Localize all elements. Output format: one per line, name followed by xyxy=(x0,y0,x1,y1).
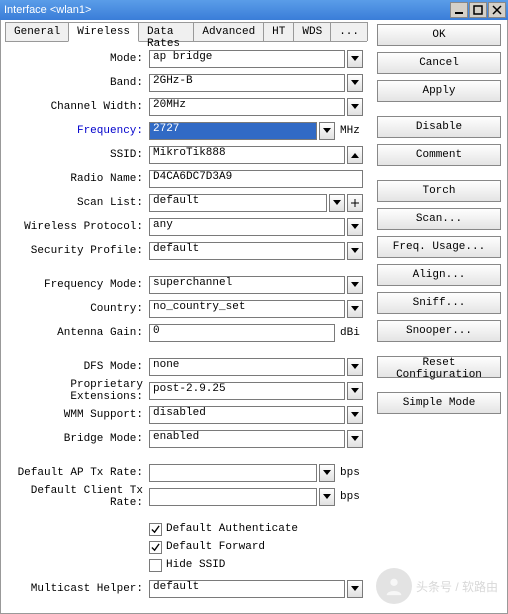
country-label: Country: xyxy=(9,303,149,315)
tab-bar: General Wireless Data Rates Advanced HT … xyxy=(5,22,367,42)
bridge-mode-dropdown[interactable] xyxy=(347,430,363,448)
wmm-support-label: WMM Support: xyxy=(9,409,149,421)
antenna-gain-label: Antenna Gain: xyxy=(9,327,149,339)
frequency-mode-label: Frequency Mode: xyxy=(9,279,149,291)
multicast-helper-field[interactable]: default xyxy=(149,580,345,598)
dfs-mode-field[interactable]: none xyxy=(149,358,345,376)
hide-ssid-checkbox[interactable] xyxy=(149,559,162,572)
default-client-tx-field[interactable] xyxy=(149,488,317,506)
disable-button[interactable]: Disable xyxy=(377,116,501,138)
wmm-support-field[interactable]: disabled xyxy=(149,406,345,424)
minimize-button[interactable] xyxy=(450,2,468,18)
sniff-button[interactable]: Sniff... xyxy=(377,292,501,314)
ok-button[interactable]: OK xyxy=(377,24,501,46)
band-label: Band: xyxy=(9,77,149,89)
tab-data-rates[interactable]: Data Rates xyxy=(138,22,194,41)
ssid-collapse[interactable] xyxy=(347,146,363,164)
wireless-protocol-field[interactable]: any xyxy=(149,218,345,236)
default-client-tx-toggle[interactable] xyxy=(319,488,335,506)
maximize-button[interactable] xyxy=(469,2,487,18)
ssid-label: SSID: xyxy=(9,149,149,161)
torch-button[interactable]: Torch xyxy=(377,180,501,202)
window-title: Interface <wlan1> xyxy=(4,4,450,16)
radio-name-field[interactable]: D4CA6DC7D3A9 xyxy=(149,170,363,188)
titlebar: Interface <wlan1> xyxy=(0,0,508,20)
wmm-support-dropdown[interactable] xyxy=(347,406,363,424)
multicast-helper-label: Multicast Helper: xyxy=(9,583,149,595)
proprietary-ext-label: Proprietary Extensions: xyxy=(9,379,149,403)
comment-button[interactable]: Comment xyxy=(377,144,501,166)
default-client-tx-label: Default Client Tx Rate: xyxy=(9,485,149,509)
mode-label: Mode: xyxy=(9,53,149,65)
default-auth-checkbox[interactable] xyxy=(149,523,162,536)
scan-button[interactable]: Scan... xyxy=(377,208,501,230)
country-dropdown[interactable] xyxy=(347,300,363,318)
frequency-mode-dropdown[interactable] xyxy=(347,276,363,294)
security-profile-label: Security Profile: xyxy=(9,245,149,257)
tab-general[interactable]: General xyxy=(5,22,69,41)
close-button[interactable] xyxy=(488,2,506,18)
tab-wds[interactable]: WDS xyxy=(293,22,331,41)
antenna-gain-unit: dBi xyxy=(337,327,363,339)
frequency-field[interactable]: 2727 xyxy=(149,122,317,140)
cancel-button[interactable]: Cancel xyxy=(377,52,501,74)
default-ap-tx-unit: bps xyxy=(337,467,363,479)
default-auth-label: Default Authenticate xyxy=(166,523,298,535)
default-ap-tx-toggle[interactable] xyxy=(319,464,335,482)
channel-width-label: Channel Width: xyxy=(9,101,149,113)
ssid-field[interactable]: MikroTik888 xyxy=(149,146,345,164)
frequency-label: Frequency: xyxy=(9,125,149,137)
proprietary-ext-dropdown[interactable] xyxy=(347,382,363,400)
scan-list-field[interactable]: default xyxy=(149,194,327,212)
security-profile-field[interactable]: default xyxy=(149,242,345,260)
apply-button[interactable]: Apply xyxy=(377,80,501,102)
dfs-mode-dropdown[interactable] xyxy=(347,358,363,376)
radio-name-label: Radio Name: xyxy=(9,173,149,185)
frequency-unit: MHz xyxy=(337,125,363,137)
wireless-protocol-dropdown[interactable] xyxy=(347,218,363,236)
default-fwd-label: Default Forward xyxy=(166,541,265,553)
tab-ht[interactable]: HT xyxy=(263,22,294,41)
dfs-mode-label: DFS Mode: xyxy=(9,361,149,373)
band-field[interactable]: 2GHz-B xyxy=(149,74,345,92)
tab-wireless[interactable]: Wireless xyxy=(68,22,139,42)
align-button[interactable]: Align... xyxy=(377,264,501,286)
security-profile-dropdown[interactable] xyxy=(347,242,363,260)
multicast-helper-dropdown[interactable] xyxy=(347,580,363,598)
tab-more[interactable]: ... xyxy=(330,22,368,41)
channel-width-dropdown[interactable] xyxy=(347,98,363,116)
scan-list-expand[interactable] xyxy=(347,194,363,212)
scan-list-label: Scan List: xyxy=(9,197,149,209)
frequency-dropdown[interactable] xyxy=(319,122,335,140)
wireless-protocol-label: Wireless Protocol: xyxy=(9,221,149,233)
default-fwd-checkbox[interactable] xyxy=(149,541,162,554)
channel-width-field[interactable]: 20MHz xyxy=(149,98,345,116)
tab-advanced[interactable]: Advanced xyxy=(193,22,264,41)
hide-ssid-label: Hide SSID xyxy=(166,559,225,571)
bridge-mode-field[interactable]: enabled xyxy=(149,430,345,448)
reset-button[interactable]: Reset Configuration xyxy=(377,356,501,378)
country-field[interactable]: no_country_set xyxy=(149,300,345,318)
proprietary-ext-field[interactable]: post-2.9.25 xyxy=(149,382,345,400)
snooper-button[interactable]: Snooper... xyxy=(377,320,501,342)
mode-field[interactable]: ap bridge xyxy=(149,50,345,68)
default-client-tx-unit: bps xyxy=(337,491,363,503)
simple-mode-button[interactable]: Simple Mode xyxy=(377,392,501,414)
scan-list-dropdown[interactable] xyxy=(329,194,345,212)
frequency-mode-field[interactable]: superchannel xyxy=(149,276,345,294)
bridge-mode-label: Bridge Mode: xyxy=(9,433,149,445)
mode-dropdown[interactable] xyxy=(347,50,363,68)
freq-usage-button[interactable]: Freq. Usage... xyxy=(377,236,501,258)
default-ap-tx-label: Default AP Tx Rate: xyxy=(9,467,149,479)
antenna-gain-field[interactable]: 0 xyxy=(149,324,335,342)
band-dropdown[interactable] xyxy=(347,74,363,92)
default-ap-tx-field[interactable] xyxy=(149,464,317,482)
